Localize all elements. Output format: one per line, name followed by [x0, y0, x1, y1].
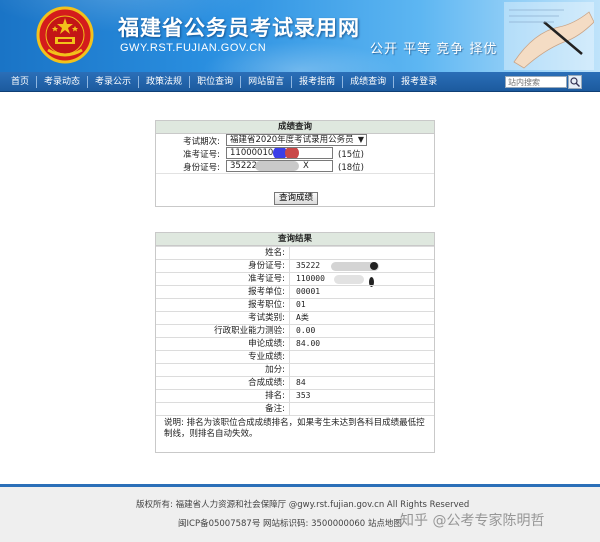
redaction-mark — [255, 161, 299, 171]
id-number-suffix: X — [303, 161, 309, 171]
result-value: 01 — [296, 300, 306, 309]
search-icon — [570, 77, 580, 87]
zhihu-watermark: 知乎 @公考专家陈明哲 — [400, 513, 545, 529]
site-banner: 福建省公务员考试录用网 GWY.RST.FUJIAN.GOV.CN 公开 平等 … — [0, 0, 600, 72]
id-number-label: 身份证号: — [183, 163, 220, 173]
query-form-title: 成绩查询 — [156, 121, 434, 134]
nav-item-exam-notices[interactable]: 考录公示 — [88, 76, 140, 88]
id-number-row: 身份证号: 35222 X (18位) — [156, 160, 434, 173]
exam-period-select[interactable]: 福建省2020年度考试录用公务员 ▼ — [226, 134, 367, 146]
result-label: 合成成绩: — [156, 377, 290, 389]
result-label: 申论成绩: — [156, 338, 290, 350]
exam-period-label: 考试期次: — [183, 137, 220, 147]
redaction-mark — [285, 148, 299, 158]
result-label: 专业成绩: — [156, 351, 290, 363]
nav-items: 首页 考录动态 考录公示 政策法规 职位查询 网站留言 报考指南 成绩查询 报考… — [4, 72, 444, 92]
score-result-table: 查询结果 姓名: 身份证号: 35222 准考证号: 110000 报考单位: … — [155, 232, 435, 453]
result-row-essay-score: 申论成绩: 84.00 — [156, 337, 434, 350]
search-button[interactable] — [568, 75, 582, 89]
result-row-remarks: 备注: — [156, 402, 434, 415]
result-label: 准考证号: — [156, 273, 290, 285]
footer-copyright: 版权所有: 福建省人力资源和社会保障厅 @gwy.rst.fujian.gov.… — [136, 500, 470, 510]
result-row-position: 报考职位: 01 — [156, 298, 434, 311]
site-domain: GWY.RST.FUJIAN.GOV.CN — [120, 42, 267, 54]
result-row-rank: 排名: 353 — [156, 389, 434, 402]
id-number-input[interactable]: 35222 X — [226, 160, 333, 172]
ticket-number-row: 准考证号: 11000010 (15位) — [156, 147, 434, 160]
ticket-number-hint: (15位) — [338, 150, 364, 160]
page-footer: 版权所有: 福建省人力资源和社会保障厅 @gwy.rst.fujian.gov.… — [0, 487, 600, 542]
id-number-prefix: 35222 — [230, 161, 258, 171]
result-row-total-score: 合成成绩: 84 — [156, 376, 434, 389]
nav-item-guide[interactable]: 报考指南 — [292, 76, 344, 88]
result-title: 查询结果 — [156, 233, 434, 246]
national-emblem-icon — [36, 6, 94, 64]
result-row-aptitude-test: 行政职业能力测验: 0.00 — [156, 324, 434, 337]
form-spacer — [156, 173, 434, 181]
id-number-hint: (18位) — [338, 163, 364, 173]
nav-item-position-search[interactable]: 职位查询 — [190, 76, 242, 88]
nav-item-login[interactable]: 报考登录 — [394, 76, 444, 88]
nav-item-guestbook[interactable]: 网站留言 — [241, 76, 293, 88]
result-value: 0.00 — [296, 326, 316, 335]
result-value: 00001 — [296, 287, 321, 296]
result-value: 35222 — [296, 261, 321, 270]
ticket-number-label: 准考证号: — [183, 150, 220, 160]
score-query-form: 成绩查询 考试期次: 福建省2020年度考试录用公务员 ▼ 准考证号: 1100… — [155, 120, 435, 207]
query-score-button[interactable]: 查询成绩 — [274, 192, 318, 205]
result-label: 考试类别: — [156, 312, 290, 324]
ticket-number-input[interactable]: 11000010 — [226, 147, 333, 159]
nav-item-policies[interactable]: 政策法规 — [139, 76, 191, 88]
chevron-down-icon: ▼ — [357, 135, 364, 144]
result-label: 身份证号: — [156, 260, 290, 272]
exam-period-row: 考试期次: 福建省2020年度考试录用公务员 ▼ — [156, 134, 434, 147]
result-value: 110000 — [296, 274, 325, 283]
result-row-unit: 报考单位: 00001 — [156, 285, 434, 298]
result-label: 排名: — [156, 390, 290, 402]
result-value: A类 — [296, 313, 309, 322]
result-row-ticket-number: 准考证号: 110000 — [156, 272, 434, 287]
site-slogan: 公开 平等 竞争 择优 — [370, 42, 498, 57]
result-row-exam-type: 考试类别: A类 — [156, 311, 434, 324]
result-note: 说明: 排名为该职位合成成绩排名，如果考生未达到各科目成绩最低控制线，则排名自动… — [156, 415, 434, 445]
footer-icp-info[interactable]: 闽ICP备05007587号 网站标识码: 3500000060 站点地图 — [178, 517, 402, 529]
nav-item-score-query[interactable]: 成绩查询 — [343, 76, 395, 88]
result-row-id-number: 身份证号: 35222 — [156, 259, 434, 272]
result-label: 备注: — [156, 403, 290, 415]
result-label: 加分: — [156, 364, 290, 376]
result-label: 报考单位: — [156, 286, 290, 298]
writing-hand-icon — [504, 2, 594, 70]
result-value: 84.00 — [296, 339, 321, 348]
result-value: 84 — [296, 378, 306, 387]
result-label: 姓名: — [156, 247, 290, 259]
result-row-name: 姓名: — [156, 246, 434, 259]
site-title: 福建省公务员考试录用网 — [118, 16, 360, 40]
result-label: 报考职位: — [156, 299, 290, 311]
ticket-number-value: 11000010 — [230, 148, 274, 158]
result-row-bonus: 加分: — [156, 363, 434, 376]
main-nav: 首页 考录动态 考录公示 政策法规 职位查询 网站留言 报考指南 成绩查询 报考… — [0, 72, 600, 92]
redaction-mark — [334, 275, 364, 284]
exam-period-value: 福建省2020年度考试录用公务员 — [230, 135, 354, 145]
site-search-input[interactable] — [505, 76, 567, 88]
result-row-professional-score: 专业成绩: — [156, 350, 434, 363]
redaction-mark — [370, 262, 378, 270]
nav-item-exam-news[interactable]: 考录动态 — [37, 76, 89, 88]
result-value: 353 — [296, 391, 311, 400]
nav-item-home[interactable]: 首页 — [4, 76, 38, 88]
result-label: 行政职业能力测验: — [156, 325, 290, 337]
